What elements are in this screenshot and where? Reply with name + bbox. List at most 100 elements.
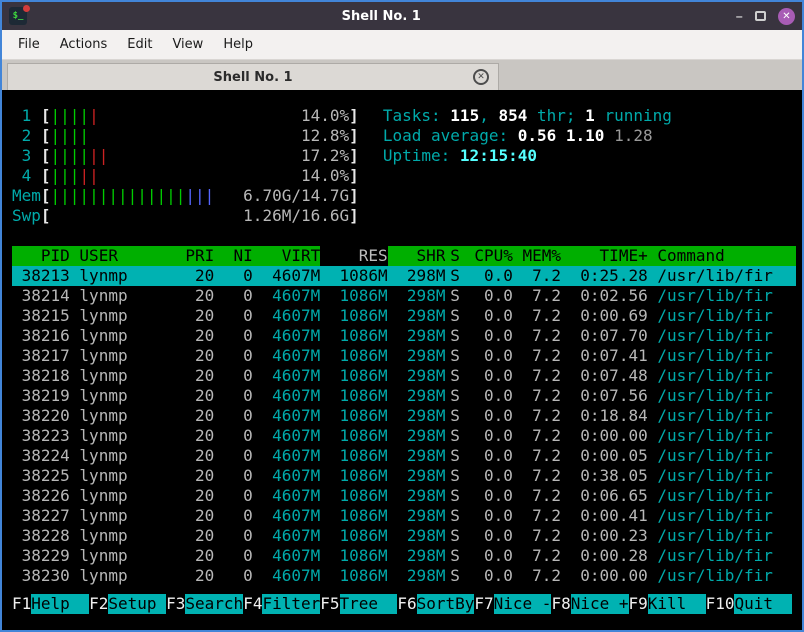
process-row-38216[interactable]: 38216 lynmp 20 0 4607M 1086M 298M S 0.0 7.2 0:07.7… [12,326,796,346]
cell-pri: 20 [195,366,215,385]
table-header-row: PID USER PRI NI VIRT RES SHR S CPU% MEM% TIME+ Comm… [12,246,796,266]
info-text: 0.56 [517,126,557,145]
fkey-f9[interactable]: F9 Kill [629,594,706,614]
cell-pri: 20 [195,526,215,545]
terminal-app-icon: $_ [9,5,30,25]
fkey-action-label: Quit [734,594,793,614]
cell-pri: 20 [195,566,215,585]
column-header-s[interactable]: S [445,246,464,266]
meter-bar-green: |||| [50,126,90,145]
cell-time: 0:07.48 [580,366,648,385]
info-text: 1.28 [614,126,653,145]
cell-user: lynmp [79,526,128,545]
minimize-button[interactable]: – [736,9,744,24]
process-row-38224[interactable]: 38224 lynmp 20 0 4607M 1086M 298M S 0.0 7.2 0:00.0… [12,446,796,466]
meter-close-bracket: ] [349,126,359,145]
menu-item-actions[interactable]: Actions [50,32,118,57]
fkey-f6[interactable]: F6 SortBy [397,594,475,614]
cell-time: 0:00.00 [580,426,648,445]
cell-pid: 38218 [21,366,70,385]
titlebar[interactable]: $_ Shell No. 1 – ✕ [2,2,802,30]
fkey-f4[interactable]: F4 Filter [243,594,321,614]
info-text: thr; [527,106,586,125]
cell-time: 0:00.23 [580,526,648,545]
cell-res: 1086M [339,306,388,325]
fkey-f5[interactable]: F5 Tree [320,594,398,614]
cell-cmd: /usr/lib/fir [657,526,773,545]
meter-close-bracket: ] [349,146,359,165]
process-row-38213[interactable]: 38213 lynmp 20 0 4607M 1086M 298M S 0.0 7.2 0:25.2… [12,266,796,286]
process-row-38219[interactable]: 38219 lynmp 20 0 4607M 1086M 298M S 0.0 7.2 0:07.5… [12,386,796,406]
cell-cpu: 0.0 [483,366,513,385]
cell-cmd: /usr/lib/fir [657,566,773,585]
fkey-f2[interactable]: F2 Setup [89,594,167,614]
cell-cmd: /usr/lib/fir [657,266,773,285]
menu-item-file[interactable]: File [8,32,50,57]
cell-mem: 7.2 [532,426,562,445]
close-button[interactable]: ✕ [778,7,795,25]
process-row-38220[interactable]: 38220 lynmp 20 0 4607M 1086M 298M S 0.0 7.2 0:18.8… [12,406,796,426]
fkey-f10[interactable]: F10 Quit [706,594,793,614]
cell-pid: 38220 [21,406,70,425]
column-header-ni[interactable]: NI [214,246,253,266]
meter-open-bracket: [ [40,206,51,225]
process-row-38214[interactable]: 38214 lynmp 20 0 4607M 1086M 298M S 0.0 7.2 0:02.5… [12,286,796,306]
cell-virt: 4607M [272,446,321,465]
cell-user: lynmp [79,326,128,345]
fkey-f7[interactable]: F7 Nice - [474,594,552,614]
column-header-user[interactable]: USER [70,246,176,266]
process-row-38226[interactable]: 38226 lynmp 20 0 4607M 1086M 298M S 0.0 7.2 0:06.6… [12,486,796,506]
column-header-cmd[interactable]: Command [648,246,796,266]
menu-item-edit[interactable]: Edit [117,32,162,57]
process-row-38230[interactable]: 38230 lynmp 20 0 4607M 1086M 298M S 0.0 7.2 0:00.0… [12,566,796,586]
cell-cpu: 0.0 [483,266,513,285]
menu-item-view[interactable]: View [162,32,213,57]
fkey-f8[interactable]: F8 Nice + [551,594,629,614]
column-header-shr[interactable]: SHR [388,246,446,266]
cpu-memory-meters: 1[||||| 14.0%] 2[|||| 12.8%] 3[|||||| 17.2%] 4… [12,106,359,226]
process-row-38215[interactable]: 38215 lynmp 20 0 4607M 1086M 298M S 0.0 7.2 0:00.6… [12,306,796,326]
tab-shell-no-1[interactable]: Shell No. 1 ✕ [7,63,499,90]
cell-pri: 20 [195,426,215,445]
cell-s: S [450,546,460,565]
cell-s: S [450,286,460,305]
maximize-button[interactable] [755,11,766,21]
process-row-38218[interactable]: 38218 lynmp 20 0 4607M 1086M 298M S 0.0 7.2 0:07.4… [12,366,796,386]
column-header-pid[interactable]: PID [12,246,70,266]
cell-cpu: 0.0 [483,346,513,365]
fkey-number: F7 [474,594,494,613]
process-row-38217[interactable]: 38217 lynmp 20 0 4607M 1086M 298M S 0.0 7.2 0:07.4… [12,346,796,366]
tab-title: Shell No. 1 [213,69,293,85]
cell-cmd: /usr/lib/fir [657,546,773,565]
meter-bar-green: ||| [50,166,80,185]
info-text: 115 [450,106,480,125]
cell-cmd: /usr/lib/fir [657,386,773,405]
window-controls: – ✕ [736,7,795,25]
fkey-f1[interactable]: F1 Help [12,594,90,614]
process-row-38227[interactable]: 38227 lynmp 20 0 4607M 1086M 298M S 0.0 7.2 0:00.4… [12,506,796,526]
column-header-cpu[interactable]: CPU% [465,246,513,266]
process-row-38228[interactable]: 38228 lynmp 20 0 4607M 1086M 298M S 0.0 7.2 0:00.2… [12,526,796,546]
cell-res: 1086M [339,326,388,345]
load-average-line: Load average: 0.56 1.10 1.28 [383,126,672,146]
tab-close-icon[interactable]: ✕ [473,69,489,85]
meter-bars: ||||| [51,166,99,186]
process-row-38223[interactable]: 38223 lynmp 20 0 4607M 1086M 298M S 0.0 7.2 0:00.0… [12,426,796,446]
process-row-38225[interactable]: 38225 lynmp 20 0 4607M 1086M 298M S 0.0 7.2 0:38.0… [12,466,796,486]
cell-res: 1086M [339,406,388,425]
info-text: 12:15:40 [459,146,537,165]
terminal-screen[interactable]: 1[||||| 14.0%] 2[|||| 12.8%] 3[|||||| 17.2%] 4… [2,90,802,630]
column-header-pri[interactable]: PRI [176,246,214,266]
column-header-mem[interactable]: MEM% [513,246,562,266]
column-header-res[interactable]: RES [320,246,388,266]
cell-cmd: /usr/lib/fir [657,306,773,325]
cell-cmd: /usr/lib/fir [657,286,773,305]
column-header-time[interactable]: TIME+ [561,246,648,266]
cell-user: lynmp [79,266,128,285]
menu-item-help[interactable]: Help [213,32,263,57]
fkey-f3[interactable]: F3 Search [166,594,244,614]
column-header-virt[interactable]: VIRT [253,246,321,266]
meter-open-bracket: [ [40,146,51,165]
process-row-38229[interactable]: 38229 lynmp 20 0 4607M 1086M 298M S 0.0 7.2 0:00.2… [12,546,796,566]
cell-ni: 0 [243,386,253,405]
